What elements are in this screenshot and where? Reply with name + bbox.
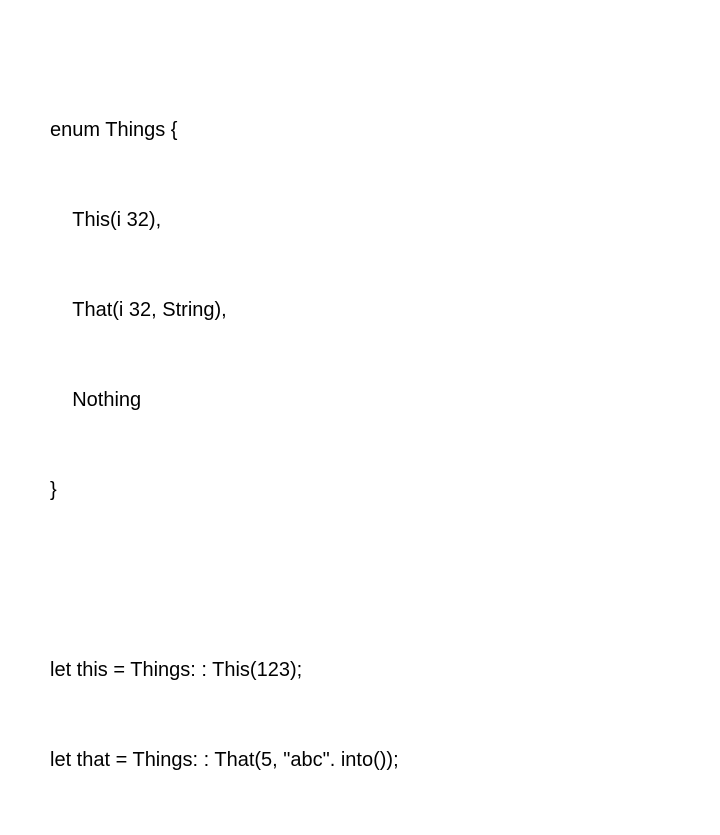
code-block: enum Things { This(i 32), That(i 32, Str… <box>50 55 720 835</box>
code-line-variant-that: That(i 32, String), <box>50 295 720 325</box>
code-line-enum-open: enum Things { <box>50 115 720 145</box>
code-line-let-this: let this = Things: : This(123); <box>50 655 720 685</box>
code-text: That(i 32, String), <box>50 295 227 325</box>
code-line-enum-close: } <box>50 475 720 505</box>
code-line-let-that: let that = Things: : That(5, "abc". into… <box>50 745 720 775</box>
code-text: This(i 32), <box>50 205 161 235</box>
blank-line <box>50 565 720 595</box>
code-text: Nothing <box>50 385 141 415</box>
code-line-variant-nothing: Nothing <box>50 385 720 415</box>
code-line-variant-this: This(i 32), <box>50 205 720 235</box>
slide-content: enum Things { This(i 32), That(i 32, Str… <box>0 0 720 835</box>
